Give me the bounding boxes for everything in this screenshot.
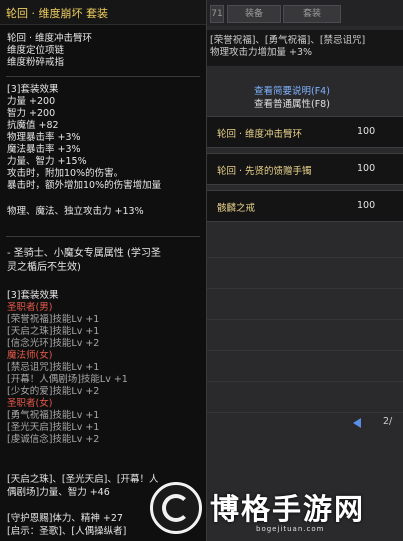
skill-line: [禁忌诅咒]技能Lv +1	[7, 362, 100, 373]
set-item-value: 100	[357, 126, 376, 137]
attack-line: 攻击时，附加10%的伤害。	[7, 168, 124, 179]
skill-line: [勇气祝福]技能Lv +1	[7, 410, 100, 421]
empty-row	[207, 320, 403, 351]
tab-bar: 71 装备 套装	[207, 0, 403, 26]
empty-row	[207, 227, 403, 258]
set-item-row[interactable]: 轮回 · 先贤的馈赠手镯 100	[207, 153, 403, 185]
special-effect-header: [3]套装效果	[7, 290, 59, 301]
set-item-row[interactable]: 骸麟之戒 100	[207, 190, 403, 222]
bottom-line: 偶剧场]力量、智力 +46	[7, 487, 110, 498]
skill-line: [虔诚信念]技能Lv +2	[7, 434, 100, 445]
independent-attack-line: 物理、魔法、独立攻击力 +13%	[7, 206, 144, 217]
special-title: - 圣骑士、小魔女专属属性 (学习圣	[7, 248, 161, 259]
stat-line: 抗魔值 +82	[7, 120, 59, 131]
site-watermark: 博格手游网 bogejituan.com	[150, 480, 403, 541]
set-item-row[interactable]: 轮回 · 维度冲击臂环 100	[207, 116, 403, 148]
skill-line: [天启之珠]技能Lv +1	[7, 326, 100, 337]
level-tag: 71	[210, 5, 224, 23]
empty-row	[207, 382, 403, 413]
tab-set[interactable]: 套装	[283, 5, 341, 23]
tab-equipment[interactable]: 装备	[227, 5, 281, 23]
stat-line: 力量、智力 +15%	[7, 156, 87, 167]
watermark-logo-icon	[150, 482, 202, 534]
skill-line: [荣誉祝福]技能Lv +1	[7, 314, 100, 325]
view-normal-link[interactable]: 查看普通属性(F8)	[254, 96, 330, 110]
class-name: 圣职者(女)	[7, 398, 53, 409]
intro-line: 维度定位项链	[7, 45, 65, 56]
class-name: 圣职者(男)	[7, 302, 53, 313]
bottom-line: [天启之珠]、[圣光天启]、[开幕！人	[7, 474, 159, 485]
set-tooltip: 轮回 · 维度崩坏 套装 轮回 · 维度冲击臂环 维度定位项链 维度粉碎戒指 […	[0, 0, 207, 541]
page-indicator: 2/	[383, 416, 393, 427]
attack-line: 暴击时，额外增加10%的伤害增加量	[7, 180, 162, 191]
class-name: 魔法师(女)	[7, 350, 53, 361]
divider	[6, 236, 200, 237]
set-item-value: 100	[357, 200, 376, 211]
skill-line: [少女的爱]技能Lv +2	[7, 386, 100, 397]
special-title: 灵之楯后不生效)	[7, 262, 81, 273]
bottom-line: [启示：圣歌]、[人偶操纵者]	[7, 526, 127, 537]
stat-line: 魔法暴击率 +3%	[7, 144, 81, 155]
watermark-brand: 博格手游网	[210, 492, 366, 526]
prev-page-icon[interactable]	[353, 418, 361, 428]
stat-line: 力量 +200	[7, 96, 56, 107]
intro-line: 轮回 · 维度冲击臂环	[7, 33, 93, 44]
set-effect-header: [3]套装效果	[7, 84, 59, 95]
empty-row	[207, 351, 403, 382]
intro-line: 维度粉碎戒指	[7, 57, 65, 68]
divider	[6, 76, 200, 77]
set-item-name: 轮回 · 先贤的馈赠手镯	[217, 166, 312, 177]
bottom-line: [守护恩赐]体力、精神 +27	[7, 513, 123, 524]
set-detail-window: 71 装备 套装 [荣誉祝福]、[勇气祝福]、[禁忌诅咒] 物理攻击力增加量 +…	[207, 0, 403, 541]
skill-line: [信念光环]技能Lv +2	[7, 338, 100, 349]
skill-line: [圣光天启]技能Lv +1	[7, 422, 100, 433]
watermark-url: bogejituan.com	[256, 525, 325, 533]
empty-row	[207, 289, 403, 320]
info-line: 物理攻击力增加量 +3%	[210, 47, 313, 58]
view-simple-link[interactable]: 查看简要说明(F4)	[254, 83, 330, 97]
set-item-name: 轮回 · 维度冲击臂环	[217, 129, 303, 140]
stat-line: 物理暴击率 +3%	[7, 132, 81, 143]
skill-line: [开幕！人偶剧场]技能Lv +1	[7, 374, 128, 385]
set-item-value: 100	[357, 163, 376, 174]
set-item-name: 骸麟之戒	[217, 203, 256, 214]
tooltip-title: 轮回 · 维度崩坏 套装	[6, 7, 108, 20]
tooltip-header: 轮回 · 维度崩坏 套装	[0, 0, 206, 25]
set-info-box: [荣誉祝福]、[勇气祝福]、[禁忌诅咒] 物理攻击力增加量 +3%	[207, 30, 403, 66]
empty-row	[207, 258, 403, 289]
stat-line: 智力 +200	[7, 108, 56, 119]
